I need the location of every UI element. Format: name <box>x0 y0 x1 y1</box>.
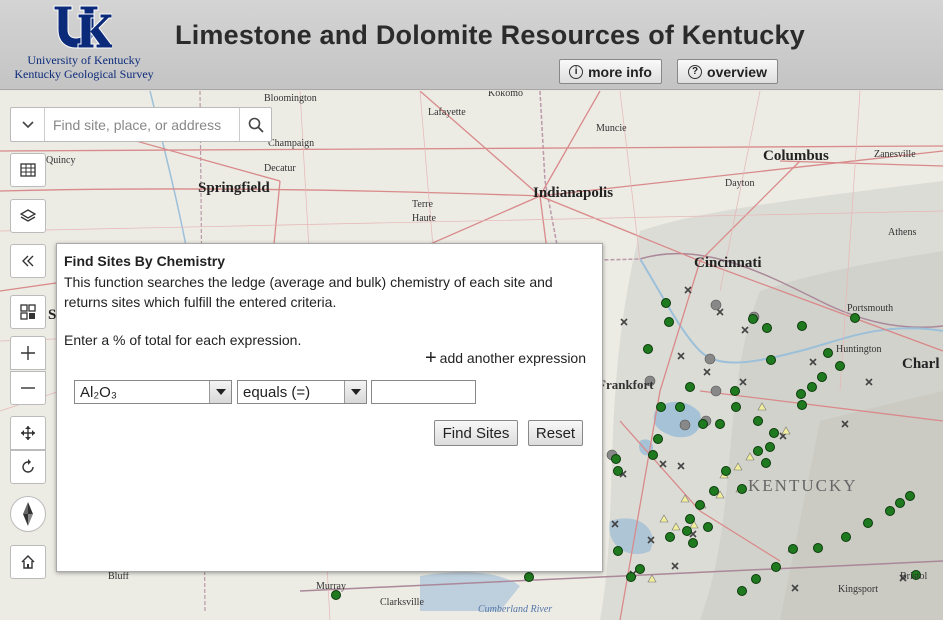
help-icon: ? <box>688 64 703 79</box>
reset-button[interactable]: Reset <box>528 420 583 446</box>
label-portsmouth: Portsmouth <box>847 303 894 314</box>
chemistry-search-panel: Find Sites By Chemistry This function se… <box>56 243 603 572</box>
zoom-out-button[interactable] <box>10 371 46 405</box>
uk-logo[interactable]: University of Kentucky Kentucky Geologic… <box>0 0 168 90</box>
label-clarksville: Clarksville <box>380 597 424 608</box>
uk-monogram-icon <box>53 5 112 49</box>
label-bloomington: Bloomington <box>264 93 317 104</box>
plus-icon <box>21 346 35 360</box>
triangle-down-icon <box>350 389 361 395</box>
home-button[interactable] <box>10 545 46 579</box>
chemical-selected-value: Al₂O₃ <box>80 383 117 401</box>
grid-icon <box>20 304 36 320</box>
label-muncie: Muncie <box>596 123 627 134</box>
double-chevron-left-icon <box>22 255 34 267</box>
label-zanesville: Zanesville <box>874 149 916 160</box>
overview-label: overview <box>707 63 767 80</box>
page-title: Limestone and Dolomite Resources of Kent… <box>175 20 805 50</box>
logo-university: University of Kentucky <box>27 53 141 67</box>
label-cincinnati: Cincinnati <box>694 255 762 271</box>
table-icon <box>20 163 36 177</box>
collapse-panel-button[interactable] <box>10 244 46 278</box>
home-icon <box>21 555 35 569</box>
label-athens: Athens <box>888 227 917 238</box>
label-terre: Terre <box>412 199 433 210</box>
label-huntington: Huntington <box>836 344 882 355</box>
percent-value-input[interactable] <box>371 380 476 404</box>
label-columbus: Columbus <box>763 148 829 164</box>
label-kingsport: Kingsport <box>838 584 878 595</box>
zoom-in-button[interactable] <box>10 336 46 370</box>
label-charleston: Charl <box>902 356 940 372</box>
label-dayton: Dayton <box>725 178 755 189</box>
operator-select[interactable]: equals (=) <box>237 380 367 404</box>
more-info-button[interactable]: i more info <box>559 59 662 84</box>
search-button[interactable] <box>239 108 271 141</box>
search-widget <box>10 107 272 142</box>
minus-icon <box>21 387 35 389</box>
compass-button[interactable] <box>10 496 46 532</box>
logo-survey: Kentucky Geological Survey <box>14 67 154 81</box>
basemap-gallery-button[interactable] <box>10 295 46 329</box>
search-source-dropdown[interactable] <box>11 108 45 141</box>
label-springfield: Springfield <box>198 180 270 196</box>
rotate-button[interactable] <box>10 450 46 484</box>
chemical-select[interactable]: Al₂O₃ <box>74 380 232 404</box>
add-expression-link[interactable]: + add another expression <box>424 347 586 369</box>
overview-button[interactable]: ? overview <box>677 59 778 84</box>
add-expression-label: add another expression <box>439 350 586 366</box>
operator-selected-value: equals (=) <box>243 383 311 401</box>
operator-dropdown-arrow[interactable] <box>344 381 366 403</box>
layers-button[interactable] <box>10 199 46 233</box>
label-cumberland: Cumberland River <box>478 604 553 615</box>
chevron-down-icon <box>21 120 34 128</box>
search-input[interactable] <box>45 108 239 141</box>
triangle-down-icon <box>215 389 226 395</box>
rotate-icon <box>22 459 34 473</box>
label-champaign: Champaign <box>268 138 315 149</box>
more-info-label: more info <box>588 63 652 80</box>
label-frankfort: Frankfort <box>598 377 654 392</box>
app-header: University of Kentucky Kentucky Geologic… <box>0 0 943 90</box>
label-kokomo: Kokomo <box>488 91 523 99</box>
label-haute: Haute <box>412 213 436 224</box>
panel-title: Find Sites By Chemistry <box>64 253 226 269</box>
table-button[interactable] <box>10 153 46 187</box>
label-bristol: Bristol <box>900 571 928 582</box>
search-icon <box>248 117 264 133</box>
compass-icon <box>23 502 33 526</box>
find-sites-button[interactable]: Find Sites <box>434 420 518 446</box>
info-icon: i <box>569 64 584 79</box>
pan-arrows-icon <box>21 426 35 440</box>
chemical-dropdown-arrow[interactable] <box>209 381 231 403</box>
layers-icon <box>20 209 36 222</box>
label-kentucky: KENTUCKY <box>748 476 858 495</box>
panel-description: This function searches the ledge (averag… <box>64 274 553 310</box>
plus-icon: + <box>424 347 437 369</box>
label-decatur: Decatur <box>264 163 296 174</box>
label-quincy: Quincy <box>46 155 76 166</box>
label-murray: Murray <box>316 581 346 592</box>
panel-instruction: Enter a % of total for each expression. <box>64 332 302 348</box>
label-bluff: Bluff <box>108 571 129 582</box>
label-lafayette: Lafayette <box>428 107 466 118</box>
pan-button[interactable] <box>10 416 46 450</box>
label-indianapolis: Indianapolis <box>533 185 614 201</box>
